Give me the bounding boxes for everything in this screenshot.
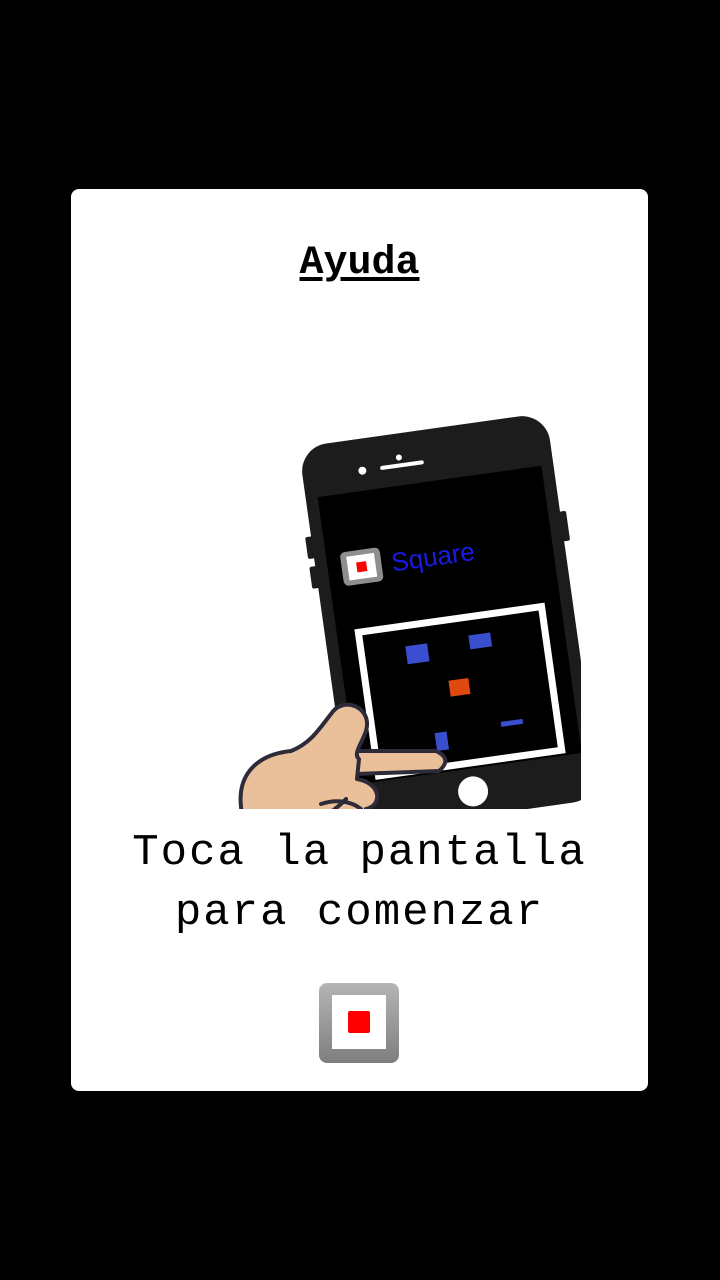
enemy-square [405,643,430,665]
instruction-line-2: para comenzar [174,888,545,938]
help-card[interactable]: Ayuda Square Toca la pantalla para comen… [71,189,648,1091]
enemy-square [434,731,450,752]
square-logo-icon [340,547,384,586]
instruction-line-1: Toca la pantalla [132,828,587,878]
help-title: Ayuda [299,241,420,286]
start-instruction: Toca la pantalla para comenzar [71,823,648,943]
player-square [448,677,471,697]
square-app-icon[interactable] [319,983,399,1063]
phone-tutorial-illustration: Square [238,416,581,809]
